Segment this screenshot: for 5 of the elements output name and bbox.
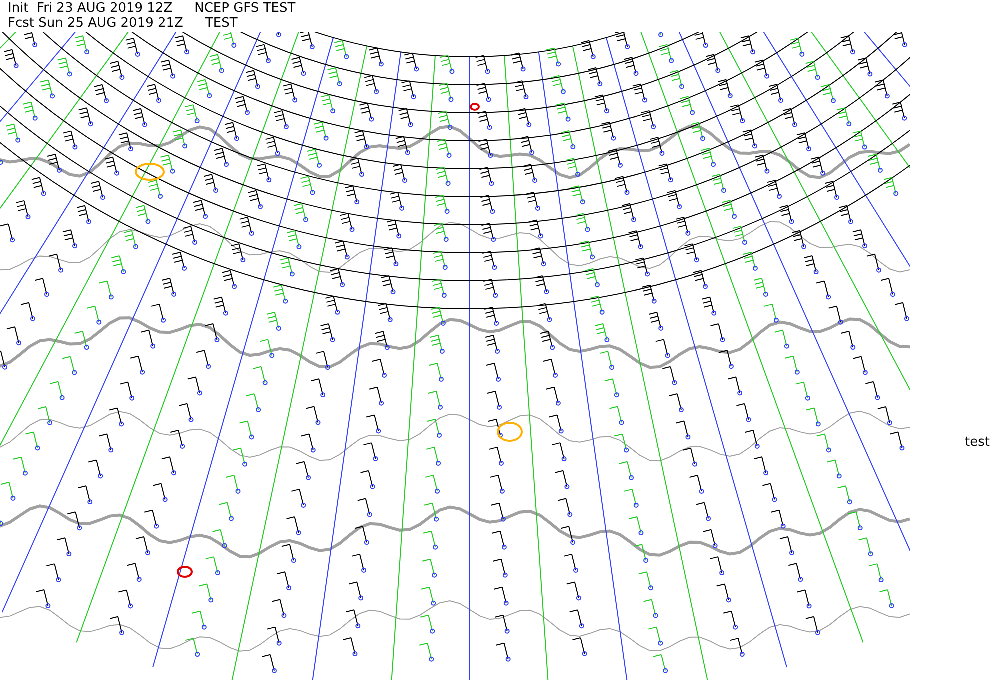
side-label: test (965, 435, 990, 450)
map-title: TEST (205, 16, 238, 31)
map-title: NCEP GFS TEST (194, 1, 296, 16)
map-title: Fcst Sun 25 AUG 2019 21Z (8, 16, 184, 31)
map-title: Init Fri 23 AUG 2019 12Z (8, 1, 173, 16)
